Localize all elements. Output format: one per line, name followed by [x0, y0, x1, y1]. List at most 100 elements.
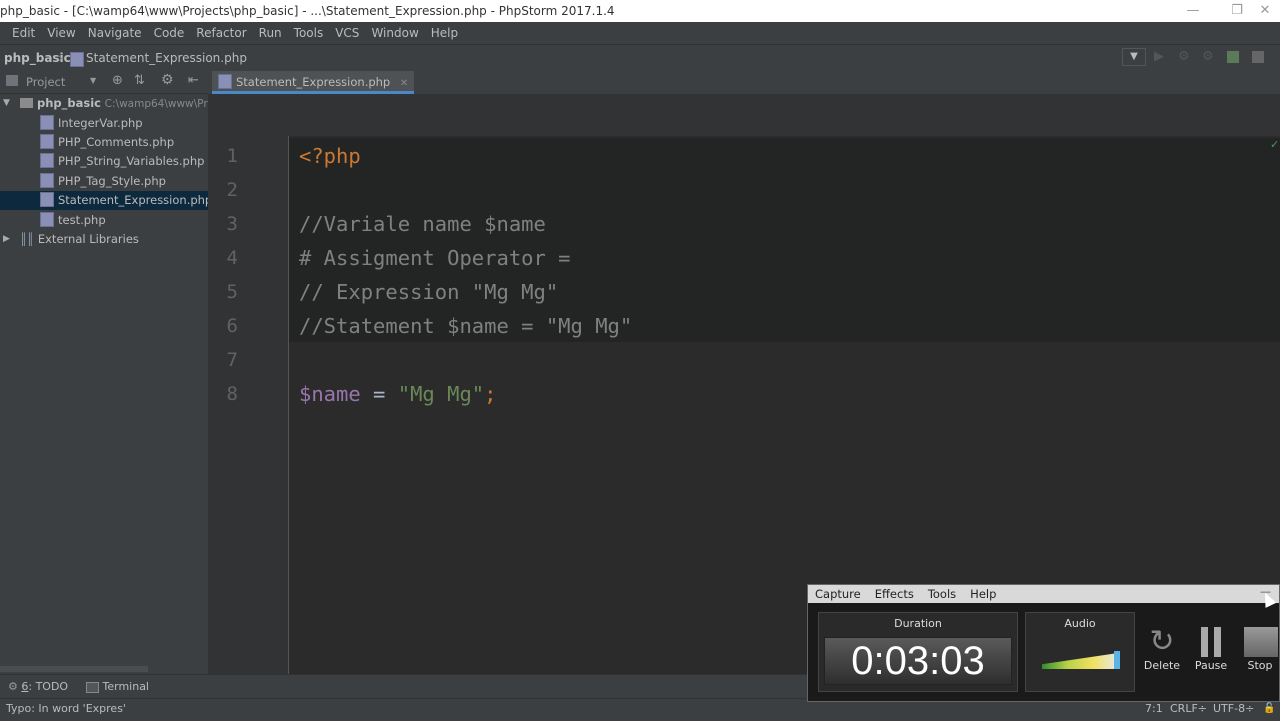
php-file-icon — [40, 115, 54, 130]
code-line-5: // Expression "Mg Mg" — [299, 280, 559, 304]
recorder-menu-help[interactable]: Help — [963, 585, 1003, 603]
terminal-label: Terminal — [102, 680, 150, 693]
stop-button[interactable]: Stop — [1240, 625, 1280, 672]
tree-root-name: php_basic — [37, 96, 101, 110]
line-number: 2 — [226, 179, 238, 201]
recorder-menu: Capture Effects Tools Help — — [808, 585, 1279, 603]
vcs-icon[interactable] — [1227, 51, 1239, 63]
project-view-label[interactable]: Project — [26, 75, 65, 89]
tree-file-selected[interactable]: Statement_Expression.php — [0, 191, 212, 210]
menu-run[interactable]: Run — [253, 22, 288, 44]
chevron-down-icon[interactable]: ▼ — [90, 76, 96, 85]
menu-view[interactable]: View — [41, 22, 81, 44]
tree-file-label: PHP_Tag_Style.php — [58, 174, 166, 188]
editor-gutter: 1 2 3 4 5 6 7 8 — [208, 136, 289, 674]
code-semicolon: ; — [484, 382, 497, 406]
close-button[interactable]: ✕ — [1250, 2, 1280, 20]
inspection-ok-icon[interactable]: ✓ — [1270, 138, 1279, 151]
line-number: 4 — [226, 247, 238, 269]
coverage-icon[interactable]: ⚙ — [1202, 49, 1214, 64]
collapse-icon[interactable]: ⇅ — [134, 73, 145, 88]
tree-file-label: test.php — [58, 213, 106, 227]
tree-file-label: IntegerVar.php — [58, 116, 143, 130]
caret-position[interactable]: 7:1 — [1145, 702, 1163, 715]
recorder-menu-effects[interactable]: Effects — [868, 585, 921, 603]
terminal-tool-button[interactable]: Terminal — [86, 680, 149, 693]
lock-icon[interactable]: 🔓 — [1263, 703, 1275, 714]
maximize-button[interactable]: ❐ — [1222, 2, 1252, 20]
menu-code[interactable]: Code — [148, 22, 191, 44]
sync-icon[interactable]: ⊕ — [112, 73, 123, 88]
tree-file[interactable]: PHP_String_Variables.php — [0, 152, 208, 171]
php-file-icon — [40, 192, 54, 207]
menu-window[interactable]: Window — [365, 22, 424, 44]
menu-edit[interactable]: Edit — [6, 22, 41, 44]
stop-label: Stop — [1247, 659, 1273, 672]
run-config-dropdown[interactable]: ▼ — [1122, 48, 1146, 66]
tree-file[interactable]: PHP_Comments.php — [0, 133, 208, 152]
stop-icon[interactable] — [1252, 51, 1264, 63]
line-number: 1 — [226, 145, 238, 167]
delete-button[interactable]: ↻ Delete — [1141, 625, 1183, 673]
audio-label: Audio — [1064, 617, 1096, 630]
tree-file[interactable]: IntegerVar.php — [0, 114, 208, 133]
nav-file[interactable]: Statement_Expression.php — [86, 51, 247, 65]
menu-bar: Edit View Navigate Code Refactor Run Tools VCS W… — [0, 22, 1280, 44]
close-icon[interactable]: ✕ — [400, 78, 408, 89]
gear-icon[interactable]: ⚙ — [161, 72, 174, 88]
menu-navigate[interactable]: Navigate — [82, 22, 148, 44]
recorder-widget: Capture Effects Tools Help — Duration 0:03:… — [807, 584, 1280, 702]
menu-refactor[interactable]: Refactor — [190, 22, 252, 44]
menu-help[interactable]: Help — [425, 22, 464, 44]
line-number: 8 — [226, 383, 238, 405]
tree-external-libraries[interactable]: ▶ ║║ External Libraries — [0, 230, 208, 249]
expand-arrow-icon[interactable]: ▶ — [3, 230, 10, 249]
hide-icon[interactable]: ⇤ — [188, 73, 199, 88]
audio-panel: Audio — [1025, 612, 1135, 692]
recorder-menu-capture[interactable]: Capture — [808, 585, 868, 603]
tree-root[interactable]: ▼ php_basic C:\wamp64\www\Pro — [0, 94, 214, 113]
code-line-4: # Assigment Operator = — [299, 246, 571, 270]
expand-arrow-icon[interactable]: ▼ — [3, 94, 10, 113]
audio-level-slider[interactable] — [1114, 651, 1120, 669]
code-string: "Mg Mg" — [397, 382, 485, 406]
menu-vcs[interactable]: VCS — [329, 22, 365, 44]
duration-display: 0:03:03 — [824, 637, 1012, 685]
recorder-menu-tools[interactable]: Tools — [921, 585, 963, 603]
horizontal-scrollbar[interactable] — [0, 666, 148, 672]
tree-external-label: External Libraries — [37, 232, 139, 246]
editor-header-strip — [208, 94, 1280, 136]
pause-label: Pause — [1194, 659, 1228, 672]
tree-file-label: PHP_String_Variables.php — [58, 154, 205, 168]
navigation-bar: php_basic › Statement_Expression.php ▼ ▶… — [0, 44, 1280, 72]
line-separator[interactable]: CRLF÷ — [1170, 702, 1207, 715]
code-variable: $name — [299, 382, 361, 406]
php-file-icon — [70, 52, 84, 67]
todo-tool-button[interactable]: ⚙ 6: TODO — [8, 680, 68, 693]
line-number: 5 — [226, 281, 238, 303]
run-icon[interactable]: ▶ — [1154, 49, 1164, 64]
php-file-icon — [40, 134, 54, 149]
minimize-button[interactable]: — — [1178, 2, 1208, 20]
status-message: Typo: In word 'Expres' — [6, 702, 126, 715]
menu-tools[interactable]: Tools — [288, 22, 330, 44]
library-icon: ║║ — [20, 232, 34, 246]
php-file-icon — [40, 153, 54, 168]
code-line-3: //Variale name $name — [299, 212, 546, 236]
tab-statement-expression[interactable]: Statement_Expression.php ✕ — [212, 71, 415, 94]
stop-icon — [1240, 625, 1280, 659]
project-tree: ▼ php_basic C:\wamp64\www\Pro IntegerVar… — [0, 94, 214, 674]
tree-file[interactable]: PHP_Tag_Style.php — [0, 172, 208, 191]
project-view-icon — [6, 75, 18, 86]
tree-file-label: PHP_Comments.php — [58, 135, 175, 149]
line-number: 3 — [226, 213, 238, 235]
file-encoding[interactable]: UTF-8÷ — [1213, 702, 1254, 715]
pause-button[interactable]: Pause — [1190, 625, 1232, 672]
window-title: php_basic - [C:\wamp64\www\Projects\php_… — [0, 4, 615, 18]
audio-level-meter — [1042, 653, 1118, 669]
debug-icon[interactable]: ⚙ — [1178, 49, 1190, 64]
todo-icon: ⚙ — [8, 680, 18, 693]
duration-label: Duration — [894, 617, 942, 630]
tree-file[interactable]: test.php — [0, 211, 208, 230]
code-block-highlight — [289, 138, 1280, 342]
